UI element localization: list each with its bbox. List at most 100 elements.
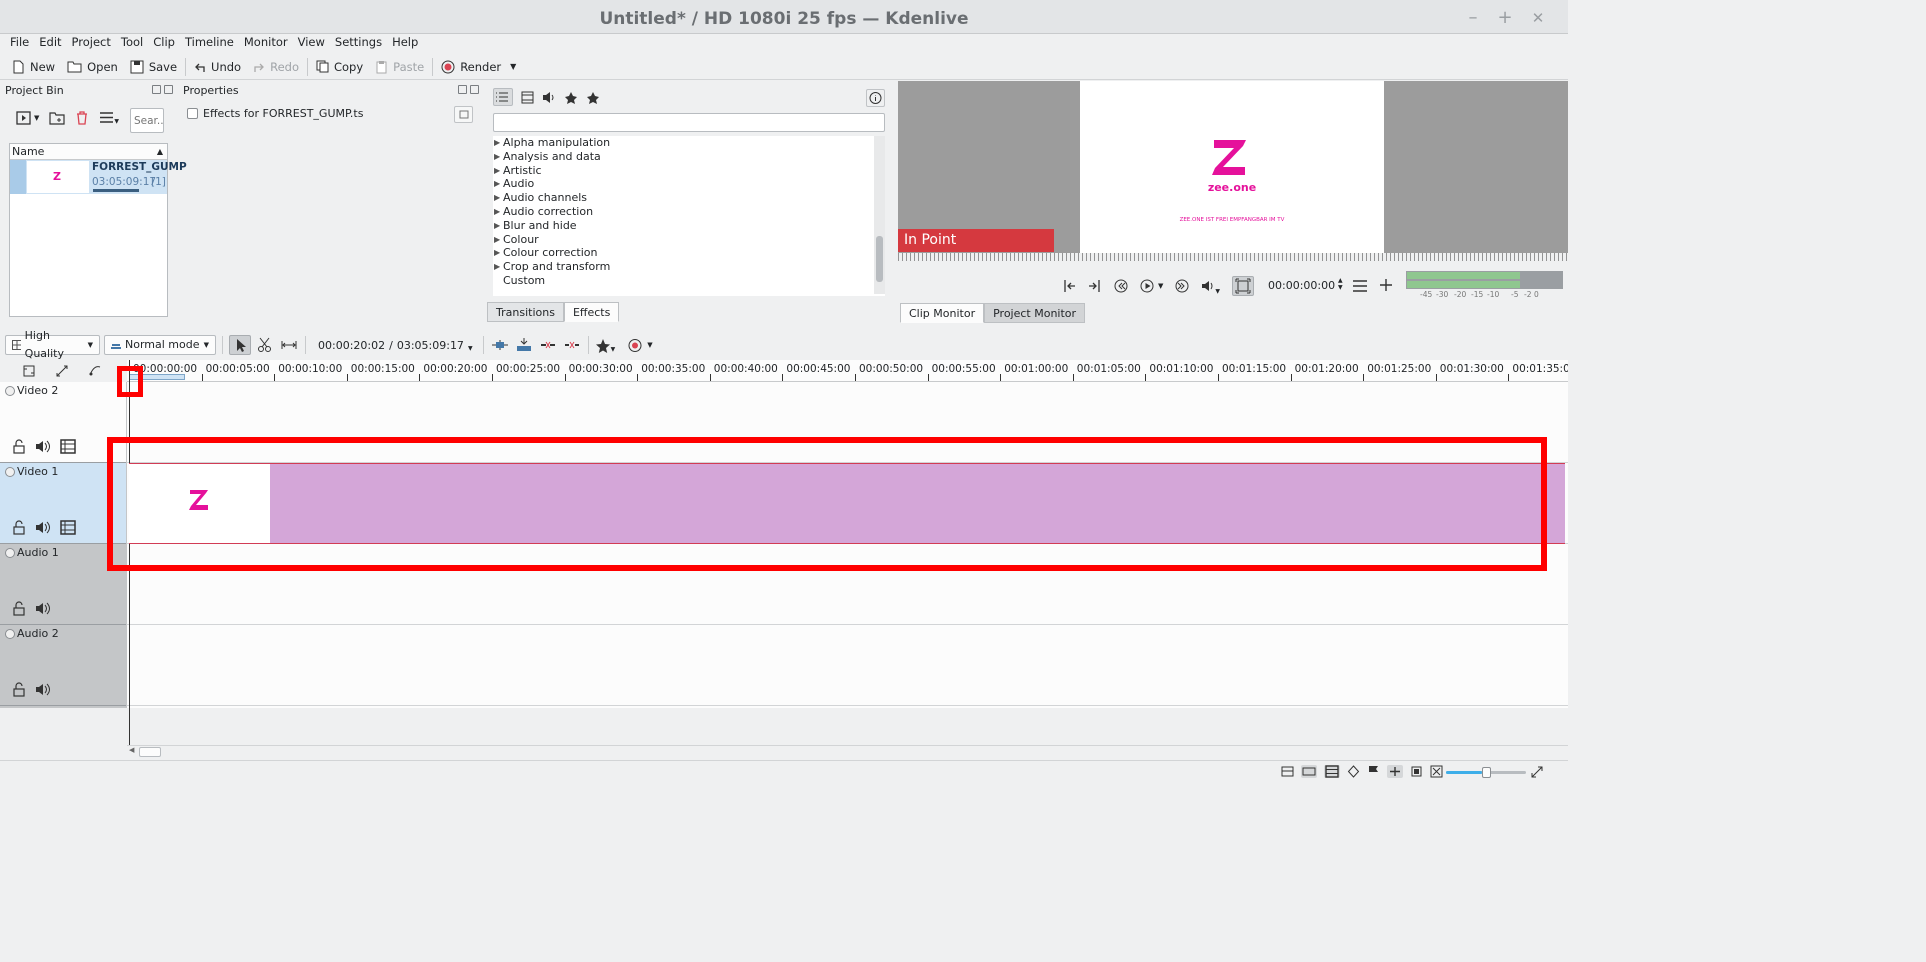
maximize-button[interactable]: +: [1495, 8, 1515, 28]
track-audio-2[interactable]: [127, 625, 1568, 706]
menu-edit[interactable]: Edit: [34, 34, 66, 54]
audio-thumbs-toggle[interactable]: [1301, 765, 1317, 778]
save-button[interactable]: Save: [124, 54, 183, 80]
menu-monitor[interactable]: Monitor: [239, 34, 293, 54]
new-folder-icon[interactable]: [49, 111, 65, 125]
zoom-fit-icon[interactable]: [1410, 765, 1423, 778]
film-strip-icon[interactable]: [60, 520, 76, 535]
effect-category[interactable]: ▶ Audio correction: [493, 205, 885, 219]
video-effects-icon[interactable]: [521, 91, 534, 104]
menu-settings[interactable]: Settings: [330, 34, 387, 54]
effect-category[interactable]: ▶ Alpha manipulation: [493, 136, 885, 150]
minimize-button[interactable]: –: [1463, 8, 1483, 28]
timeline-hscrollbar[interactable]: ◀: [127, 745, 1568, 758]
effect-category[interactable]: ▶ Analysis and data: [493, 150, 885, 164]
effect-info-button[interactable]: [866, 89, 885, 107]
extract-icon[interactable]: [562, 336, 582, 354]
effects-enable-checkbox[interactable]: [187, 108, 198, 119]
record-audio-button[interactable]: ▼: [627, 338, 653, 353]
rewind-icon[interactable]: [1114, 278, 1128, 294]
film-strip-icon[interactable]: [60, 439, 76, 454]
effect-category[interactable]: ▶ Audio channels: [493, 191, 885, 205]
menu-timeline[interactable]: Timeline: [180, 34, 239, 54]
monitor-timecode[interactable]: 00:00:00:00: [1268, 279, 1335, 292]
float-dock-icon[interactable]: [458, 85, 467, 94]
bin-search-input[interactable]: [130, 108, 164, 133]
zoom-out-icon[interactable]: [1430, 765, 1443, 778]
collapse-tracks-icon[interactable]: [22, 364, 36, 378]
timeline-position[interactable]: 00:00:20:02: [318, 339, 385, 352]
paste-button[interactable]: Paste: [369, 54, 430, 80]
redo-button[interactable]: Redo: [247, 54, 305, 80]
track-target-radio[interactable]: [5, 548, 15, 558]
overwrite-clip-icon[interactable]: [514, 336, 534, 354]
tab-clip-monitor[interactable]: Clip Monitor: [900, 303, 985, 323]
menu-project[interactable]: Project: [67, 34, 116, 54]
effect-category[interactable]: ▶ Blur and hide: [493, 219, 885, 233]
effect-category[interactable]: ▶ Crop and transform: [493, 260, 885, 274]
effect-category[interactable]: ▶ Colour: [493, 233, 885, 247]
set-in-point-icon[interactable]: [1062, 278, 1076, 294]
lift-icon[interactable]: [538, 336, 558, 354]
undo-button[interactable]: Undo: [188, 54, 247, 80]
tab-effects[interactable]: Effects: [563, 302, 620, 322]
effect-category[interactable]: Custom: [493, 274, 885, 288]
audio-speaker-icon[interactable]: [35, 439, 51, 454]
favorites-button[interactable]: ▼: [595, 337, 615, 353]
edit-mode-select[interactable]: Normal mode ▼: [104, 335, 216, 355]
audio-speaker-icon[interactable]: [35, 601, 51, 616]
audio-speaker-icon[interactable]: [35, 520, 51, 535]
effects-scrollbar[interactable]: [874, 136, 885, 294]
effect-category[interactable]: ▶ Colour correction: [493, 246, 885, 260]
timecode-spinner-icon[interactable]: ▲ ▼: [1338, 277, 1343, 291]
preview-quality-select[interactable]: High Quality ▼: [5, 329, 100, 360]
razor-scissors-icon[interactable]: [255, 336, 275, 354]
lock-icon[interactable]: [12, 601, 26, 616]
effect-category[interactable]: ▶ Audio: [493, 177, 885, 191]
tab-transitions[interactable]: Transitions: [487, 302, 564, 322]
menu-view[interactable]: View: [293, 34, 330, 54]
spacer-tool-icon[interactable]: [279, 336, 299, 354]
volume-button[interactable]: ▼: [1201, 278, 1220, 295]
track-header-audio-2[interactable]: Audio 2: [0, 625, 126, 706]
audio-effects-icon[interactable]: [542, 91, 556, 104]
play-button[interactable]: ▼: [1140, 278, 1163, 294]
add-clip-button[interactable]: ▼: [16, 110, 39, 125]
favorite-star-icon[interactable]: [586, 91, 600, 104]
scrollbar-handle[interactable]: [876, 236, 883, 282]
close-dock-icon[interactable]: [164, 85, 173, 94]
track-target-radio[interactable]: [5, 467, 15, 477]
scroll-left-icon[interactable]: ◀: [129, 746, 134, 754]
audio-speaker-icon[interactable]: [35, 682, 51, 697]
bin-clip-row[interactable]: Z FORREST_GUMP 03:05:09:17 [1]: [10, 160, 187, 194]
track-target-radio[interactable]: [5, 629, 15, 639]
menu-clip[interactable]: Clip: [148, 34, 180, 54]
open-button[interactable]: Open: [61, 54, 124, 80]
zoom-slider-handle[interactable]: [1482, 767, 1491, 778]
forward-icon[interactable]: [1175, 278, 1189, 294]
bin-menu-button[interactable]: ▼: [99, 110, 119, 125]
render-button[interactable]: Render ▼: [435, 54, 522, 80]
menu-help[interactable]: Help: [387, 34, 423, 54]
menu-file[interactable]: File: [5, 34, 34, 54]
close-dock-icon[interactable]: [470, 85, 479, 94]
selection-tool-button[interactable]: [229, 335, 251, 355]
effect-category[interactable]: ▶ Artistic: [493, 164, 885, 178]
float-dock-icon[interactable]: [152, 85, 161, 94]
markers-flag-icon[interactable]: [1367, 765, 1380, 778]
properties-options-button[interactable]: [454, 106, 473, 123]
close-button[interactable]: ✕: [1528, 8, 1548, 28]
bin-column-header[interactable]: Name ▲: [10, 144, 167, 160]
track-height-icon[interactable]: [55, 364, 69, 378]
delete-trash-icon[interactable]: [75, 110, 89, 125]
zoom-fit-button[interactable]: [1232, 276, 1255, 296]
keyframes-toggle-icon[interactable]: [1347, 765, 1360, 778]
video-thumbs-toggle[interactable]: [1324, 765, 1340, 778]
set-out-point-icon[interactable]: [1088, 278, 1102, 294]
menu-tool[interactable]: Tool: [116, 34, 148, 54]
all-effects-button[interactable]: [493, 88, 513, 106]
effects-search-input[interactable]: [493, 113, 885, 132]
tab-project-monitor[interactable]: Project Monitor: [984, 303, 1086, 323]
scrollbar-handle[interactable]: [139, 747, 161, 757]
snap-toggle[interactable]: [1387, 765, 1403, 778]
